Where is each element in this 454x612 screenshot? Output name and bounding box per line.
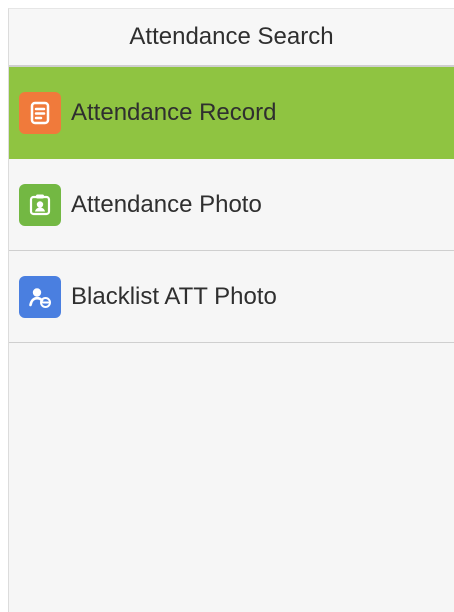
photo-id-icon [19, 183, 61, 226]
page-title: Attendance Search [9, 9, 454, 67]
attendance-search-menu: Attendance Record Attendance Photo Black… [9, 67, 454, 343]
document-icon [19, 91, 61, 134]
menu-item-attendance-record[interactable]: Attendance Record [9, 67, 454, 159]
menu-item-label: Blacklist ATT Photo [71, 282, 277, 310]
blocked-user-icon [19, 275, 61, 318]
menu-item-label: Attendance Record [71, 98, 277, 126]
attendance-search-screen: Attendance Search Attendance Record Atte… [8, 8, 454, 612]
menu-item-label: Attendance Photo [71, 190, 262, 218]
menu-item-attendance-photo[interactable]: Attendance Photo [9, 159, 454, 251]
menu-item-blacklist-att-photo[interactable]: Blacklist ATT Photo [9, 251, 454, 343]
